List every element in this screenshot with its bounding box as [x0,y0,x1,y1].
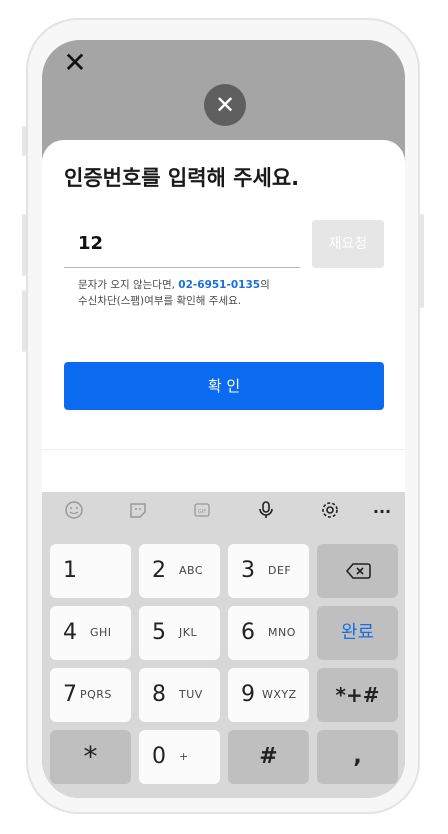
key-letters: DEF [268,564,292,577]
key-digit: 9 [241,682,255,707]
key-0[interactable]: 0 + [139,730,220,784]
resend-button[interactable]: 재요청 [312,220,384,268]
hash-label: # [259,744,278,769]
help-prefix: 문자가 오지 않는다면, [78,279,175,291]
keyboard-toolbar: GIF ··· [42,492,405,532]
key-2[interactable]: 2 ABC [139,544,220,598]
symbols-key[interactable]: *+# [317,668,398,722]
key-8[interactable]: 8 TUV [139,668,220,722]
key-digit: 7 [63,682,77,707]
phone-screen: ✕ ✕ 인증번호를 입력해 주세요. 재요청 문자가 오지 않는다면, 02-6… [42,40,405,798]
key-letters: TUV [179,688,203,701]
divider [42,449,405,450]
symbols-label: *+# [335,683,380,707]
key-digit: 5 [152,620,166,645]
close-circle-icon[interactable]: ✕ [204,84,246,126]
key-1[interactable]: 1 [50,544,131,598]
comma-label: , [353,744,362,769]
help-line-2: 수신차단(스팸)여부를 확인해 주세요. [78,295,242,307]
sticker-icon[interactable] [126,500,150,524]
close-icon[interactable]: ✕ [62,49,88,77]
key-5[interactable]: 5 JKL [139,606,220,660]
key-3[interactable]: 3 DEF [228,544,309,598]
key-letters: + [179,750,189,763]
key-4[interactable]: 4 GHI [50,606,131,660]
key-letters: ABC [179,564,204,577]
key-digit: 8 [152,682,166,707]
done-key[interactable]: 완료 [317,606,398,660]
backspace-icon [317,544,398,598]
numeric-keyboard: GIF ··· 1 2 ABC 3 DEF 4 GHI 5 JKL 6 MNO … [42,492,405,798]
gear-icon[interactable] [318,500,342,524]
key-7[interactable]: 7 PQRS [50,668,131,722]
help-suffix: 의 [260,279,270,291]
key-digit: 1 [63,558,77,583]
key-letters: JKL [179,626,198,639]
hash-key[interactable]: # [228,730,309,784]
confirm-button[interactable]: 확 인 [64,362,384,410]
help-text: 문자가 오지 않는다면, 02-6951-0135의 수신차단(스팸)여부를 확… [78,277,358,309]
star-label: * [83,740,98,773]
backspace-key[interactable] [317,544,398,598]
page-title: 인증번호를 입력해 주세요. [64,166,300,190]
more-icon[interactable]: ··· [370,500,394,524]
support-phone-link[interactable]: 02-6951-0135 [178,279,260,291]
comma-key[interactable]: , [317,730,398,784]
key-letters: GHI [90,626,112,639]
key-digit: 3 [241,558,255,583]
key-digit: 4 [63,620,77,645]
gif-icon[interactable]: GIF [190,500,214,524]
key-digit: 0 [152,744,166,769]
phone-side-button [420,214,424,308]
key-letters: WXYZ [262,688,297,701]
key-6[interactable]: 6 MNO [228,606,309,660]
verification-sheet: 인증번호를 입력해 주세요. 재요청 문자가 오지 않는다면, 02-6951-… [42,140,405,500]
key-digit: 6 [241,620,255,645]
done-label: 완료 [340,622,375,643]
emoji-icon[interactable] [62,500,86,524]
key-digit: 2 [152,558,166,583]
microphone-icon[interactable] [254,500,278,524]
key-letters: PQRS [80,688,112,701]
key-9[interactable]: 9 WXYZ [228,668,309,722]
verification-code-input[interactable] [64,220,300,268]
svg-text:GIF: GIF [198,509,206,515]
star-key[interactable]: * [50,730,131,784]
key-letters: MNO [268,626,296,639]
